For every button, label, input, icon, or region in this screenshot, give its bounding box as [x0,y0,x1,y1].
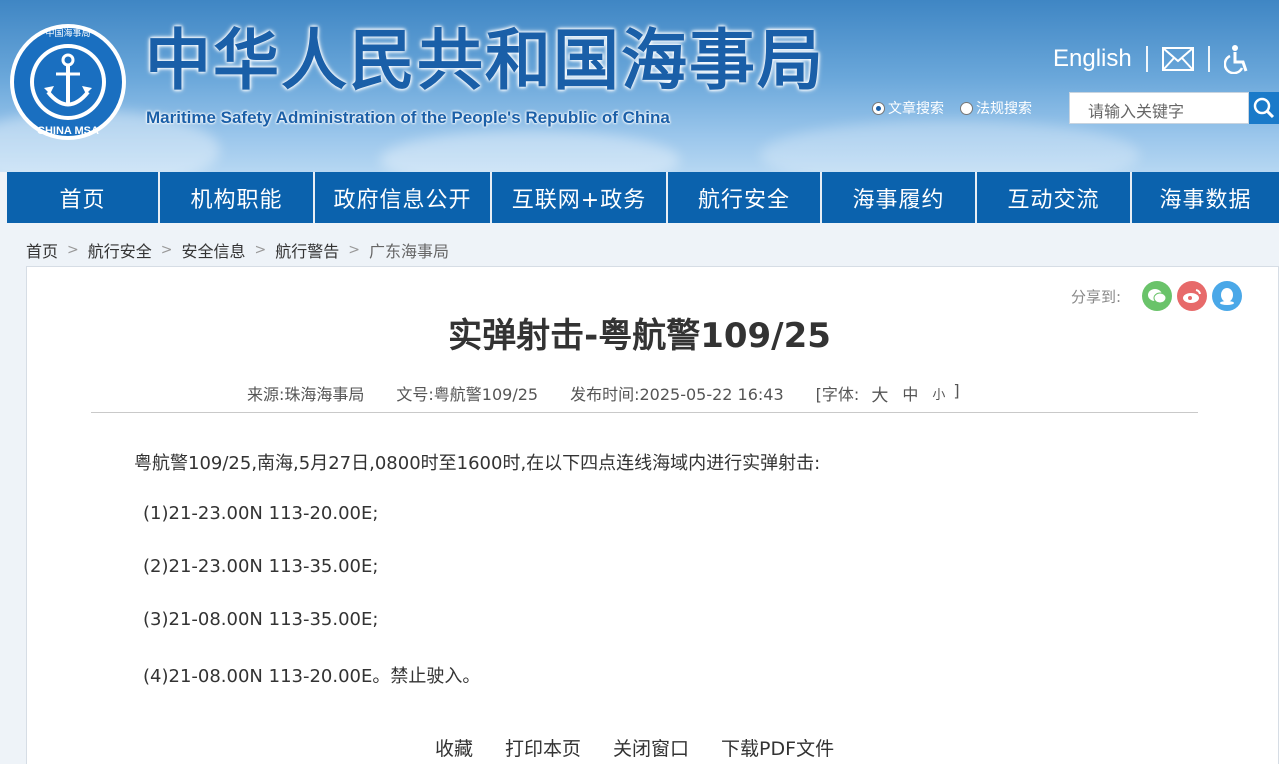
share-bar: 分享到: [1071,281,1243,311]
breadcrumb-home[interactable]: 首页 [26,238,58,262]
nav-functions[interactable]: 机构职能 [160,172,315,223]
download-pdf-link[interactable]: 下载PDF文件 [721,734,834,761]
article-paragraph: (1)21-23.00N 113-20.00E; [143,503,379,524]
main-nav: 首页 机构职能 政府信息公开 互联网+政务 航行安全 海事履约 互动交流 海事数… [7,172,1279,223]
nav-compliance[interactable]: 海事履约 [822,172,977,223]
search-options: 文章搜索 法规搜索 [872,98,1048,118]
nav-gov-info[interactable]: 政府信息公开 [315,172,492,223]
breadcrumb-current[interactable]: 广东海事局 [369,238,449,262]
article-paragraph: (2)21-23.00N 113-35.00E; [143,556,379,577]
article-actions: 收藏 打印本页 关闭窗口 下载PDF文件 [435,734,866,761]
english-link[interactable]: English [1053,45,1132,73]
breadcrumb-nav-warnings[interactable]: 航行警告 [275,238,339,262]
nav-data[interactable]: 海事数据 [1132,172,1279,223]
title-divider [91,412,1198,413]
search-icon [1253,97,1275,119]
top-links: English [1053,44,1250,74]
breadcrumb-separator: > [160,242,173,258]
search-button[interactable] [1249,92,1279,124]
article-doc-number: 文号:粤航警109/25 [396,385,539,404]
article-source: 来源:珠海海事局 [247,385,365,404]
article-paragraph: 粤航警109/25,南海,5月27日,0800时至1600时,在以下四点连线海域… [134,453,821,474]
nav-interaction[interactable]: 互动交流 [977,172,1132,223]
accessibility-icon[interactable] [1223,44,1250,74]
weibo-icon[interactable] [1177,281,1208,311]
font-size-label: [字体: [815,385,860,404]
share-label: 分享到: [1071,287,1122,306]
article-paragraph: (3)21-08.00N 113-35.00E; [143,609,379,630]
breadcrumb: 首页 > 航行安全 > 安全信息 > 航行警告 > 广东海事局 [26,238,449,262]
search-option-article[interactable]: 文章搜索 [872,98,944,118]
site-header: 中国海事局 CHINA MSA 中华人民共和国海事局 Maritime Safe… [0,0,1279,172]
font-size-close: ] [953,381,960,400]
nav-internet-gov[interactable]: 互联网+政务 [492,172,668,223]
print-link[interactable]: 打印本页 [505,734,581,761]
breadcrumb-separator: > [254,242,267,258]
close-window-link[interactable]: 关闭窗口 [613,734,689,761]
breadcrumb-safety-info[interactable]: 安全信息 [182,238,246,262]
radio-law[interactable] [960,101,973,115]
wechat-icon[interactable] [1142,281,1173,311]
search-option-law[interactable]: 法规搜索 [960,98,1032,118]
article-paragraph: (4)21-08.00N 113-20.00E。禁止驶入。 [143,666,481,687]
qq-icon[interactable] [1212,281,1243,311]
article-meta: 来源:珠海海事局 文号:粤航警109/25 发布时间:2025-05-22 16… [247,381,960,406]
nav-home[interactable]: 首页 [7,172,160,223]
radio-article[interactable] [872,101,885,115]
article-publish-time: 发布时间:2025-05-22 16:43 [570,385,784,404]
svg-text:CHINA MSA: CHINA MSA [37,125,99,137]
nav-navigation-safety[interactable]: 航行安全 [668,172,822,223]
favorite-link[interactable]: 收藏 [435,734,473,761]
article-title: 实弹射击-粤航警109/25 [448,316,831,356]
china-msa-logo[interactable]: 中国海事局 CHINA MSA [8,22,128,142]
breadcrumb-separator: > [348,242,360,258]
site-title: 中华人民共和国海事局 [145,22,825,99]
svg-text:中国海事局: 中国海事局 [45,27,90,39]
font-size-small[interactable]: 小 [932,381,945,406]
breadcrumb-separator: > [67,242,79,258]
font-size-large[interactable]: 大 [871,381,888,406]
divider [1207,46,1210,72]
site-title-english: Maritime Safety Administration of the Pe… [146,108,670,127]
font-size-medium[interactable]: 中 [902,381,918,406]
mail-icon[interactable] [1161,47,1194,71]
search-input[interactable]: 请输入关键字 [1069,92,1249,124]
divider [1145,46,1148,72]
breadcrumb-navigation-safety[interactable]: 航行安全 [88,238,152,262]
